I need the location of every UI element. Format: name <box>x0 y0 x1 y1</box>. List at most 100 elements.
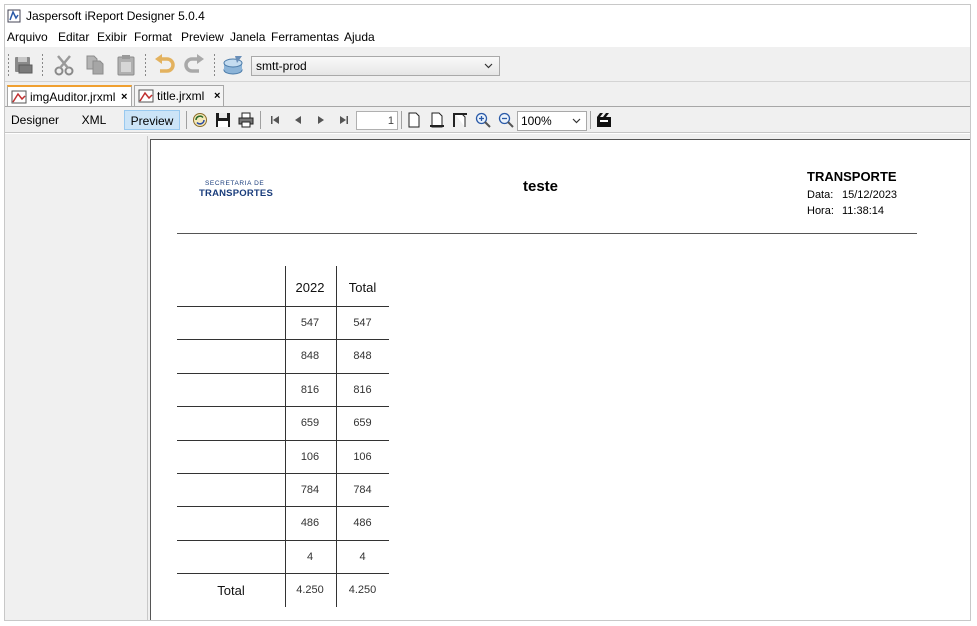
print-icon[interactable] <box>238 112 254 128</box>
crosstab-cell: 816 <box>300 383 320 396</box>
crosstab-cell: 848 <box>300 350 320 363</box>
menu-ajuda[interactable]: Ajuda <box>344 30 375 44</box>
designer-tab[interactable]: Designer <box>7 110 63 130</box>
tab-label: title.jrxml <box>157 89 205 103</box>
datasource-icon[interactable] <box>221 53 245 77</box>
tab-label: imgAuditor.jrxml <box>30 90 116 104</box>
report-date: Data: 15/12/2023 <box>807 189 897 201</box>
tab-close-icon[interactable]: × <box>121 91 127 103</box>
toolbar-separator <box>214 54 215 76</box>
toolbar-separator <box>401 111 402 129</box>
fit-page-icon[interactable] <box>429 112 445 128</box>
connection-select[interactable]: smtt-prod <box>251 56 500 76</box>
export-icon[interactable] <box>596 112 612 128</box>
paste-icon[interactable] <box>114 53 138 77</box>
time-label: Hora: <box>807 205 834 217</box>
crosstab-cell: 486 <box>353 517 372 530</box>
save-icon[interactable] <box>12 53 36 77</box>
previous-page-icon[interactable] <box>290 112 306 128</box>
preview-navigation-pane <box>7 136 148 620</box>
crosstab-cell: 848 <box>353 350 372 363</box>
zoom-out-icon[interactable] <box>498 112 514 128</box>
next-page-icon[interactable] <box>313 112 329 128</box>
crosstab-row-divider <box>177 406 389 407</box>
view-toolbar: Designer XML Preview 1 100% <box>5 107 970 133</box>
menu-exibir[interactable]: Exibir <box>97 30 127 44</box>
menu-janela[interactable]: Janela <box>230 30 265 44</box>
first-page-icon[interactable] <box>267 112 283 128</box>
tab-close-icon[interactable]: × <box>214 90 220 102</box>
crosstab-column-header: 2022 <box>295 280 325 295</box>
toolbar-separator <box>260 111 261 129</box>
crosstab-row-divider <box>177 306 389 307</box>
crosstab-cell: 784 <box>300 484 320 496</box>
header-divider <box>177 233 917 234</box>
crosstab-row-divider <box>177 339 389 340</box>
toolbar-separator <box>186 111 187 129</box>
document-tab-strip: imgAuditor.jrxml × title.jrxml × <box>5 82 970 107</box>
tab-title[interactable]: title.jrxml × <box>134 85 224 106</box>
crosstab-cell: 547 <box>300 317 320 329</box>
crosstab-row-divider <box>177 373 389 374</box>
crosstab-total-label: Total <box>217 583 245 599</box>
crosstab-cell: 547 <box>353 317 372 329</box>
zoom-select[interactable]: 100% <box>517 111 587 131</box>
crosstab-cell: 659 <box>300 417 320 430</box>
logo-line1: SECRETARIA DE <box>205 180 265 187</box>
crosstab-row-divider <box>177 540 389 541</box>
chevron-down-icon <box>484 63 493 69</box>
actual-size-icon[interactable] <box>406 112 422 128</box>
last-page-icon[interactable] <box>336 112 352 128</box>
preview-tab[interactable]: Preview <box>124 110 180 130</box>
title-bar: Jaspersoft iReport Designer 5.0.4 <box>5 5 970 27</box>
time-value: 11:38:14 <box>842 205 885 217</box>
chevron-down-icon <box>572 118 581 124</box>
zoom-in-icon[interactable] <box>475 112 491 128</box>
menu-bar: Arquivo Editar Exibir Format Preview Jan… <box>5 27 970 47</box>
main-toolbar: smtt-prod <box>5 48 970 82</box>
crosstab-total-cell: 4.250 <box>348 584 377 597</box>
secretaria-logo: SECRETARIA DE TRANSPORTES <box>199 180 279 200</box>
crosstab-total-cell: 4.250 <box>296 584 324 597</box>
ireport-app-icon <box>7 9 21 23</box>
tab-imgauditor[interactable]: imgAuditor.jrxml × <box>7 85 132 106</box>
redo-icon[interactable] <box>183 53 207 77</box>
crosstab-row-divider <box>177 440 389 441</box>
crosstab-column-header: Total <box>348 280 377 295</box>
toolbar-separator <box>145 54 146 76</box>
zoom-select-value: 100% <box>521 114 552 128</box>
date-label: Data: <box>807 189 834 201</box>
jrxml-file-icon <box>138 89 154 103</box>
reload-icon[interactable] <box>192 112 208 128</box>
preview-area: SECRETARIA DE TRANSPORTES teste TRANSPOR… <box>5 133 970 620</box>
menu-arquivo[interactable]: Arquivo <box>7 30 48 44</box>
toolbar-separator <box>42 54 43 76</box>
jrxml-file-icon <box>11 90 27 104</box>
copy-icon[interactable] <box>83 53 107 77</box>
undo-icon[interactable] <box>152 53 176 77</box>
crosstab-row-divider <box>177 573 389 574</box>
toolbar-separator <box>590 111 591 129</box>
cut-icon[interactable] <box>52 53 76 77</box>
menu-ferramentas[interactable]: Ferramentas <box>271 30 339 44</box>
menu-editar[interactable]: Editar <box>58 30 89 44</box>
report-title: teste <box>523 178 559 195</box>
report-time: Hora: 11:38:14 <box>807 205 884 217</box>
crosstab-cell: 4 <box>359 550 366 563</box>
save-report-icon[interactable] <box>215 112 231 128</box>
menu-preview[interactable]: Preview <box>181 30 224 44</box>
crosstab-cell: 784 <box>353 484 372 496</box>
crosstab-cell: 659 <box>353 417 372 430</box>
ireport-window: Jaspersoft iReport Designer 5.0.4 Arquiv… <box>4 4 971 621</box>
report-page: SECRETARIA DE TRANSPORTES teste TRANSPOR… <box>150 139 970 620</box>
window-title: Jaspersoft iReport Designer 5.0.4 <box>26 9 205 23</box>
report-org: TRANSPORTE <box>807 169 897 184</box>
page-number-field[interactable]: 1 <box>356 111 398 130</box>
xml-tab[interactable]: XML <box>75 110 113 130</box>
date-value: 15/12/2023 <box>842 189 898 201</box>
fit-width-icon[interactable] <box>452 112 468 128</box>
menu-format[interactable]: Format <box>134 30 172 44</box>
toolbar-grip <box>8 54 9 76</box>
crosstab-cell: 106 <box>353 450 372 463</box>
logo-line2: TRANSPORTES <box>199 188 273 199</box>
